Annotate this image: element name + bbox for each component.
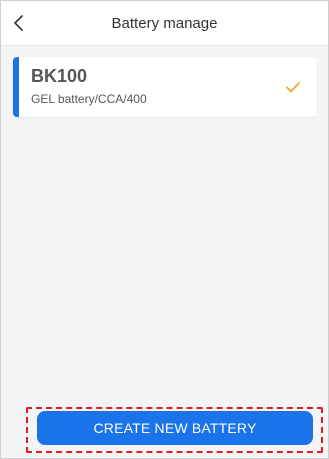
battery-name: BK100 [31, 66, 88, 86]
battery-manage-screen: Battery manage BK100 GEL battery/CCA/400… [0, 0, 329, 459]
header-bar: Battery manage [1, 1, 328, 46]
battery-detail: GEL battery/CCA/400 [31, 92, 147, 106]
chevron-left-icon [14, 15, 23, 31]
battery-list-item[interactable]: BK100 GEL battery/CCA/400 [13, 57, 317, 117]
selected-accent-bar [13, 57, 19, 117]
back-button[interactable] [7, 11, 31, 35]
create-new-battery-button[interactable]: CREATE NEW BATTERY [37, 411, 313, 445]
check-icon [286, 82, 300, 93]
page-title: Battery manage [111, 14, 218, 32]
